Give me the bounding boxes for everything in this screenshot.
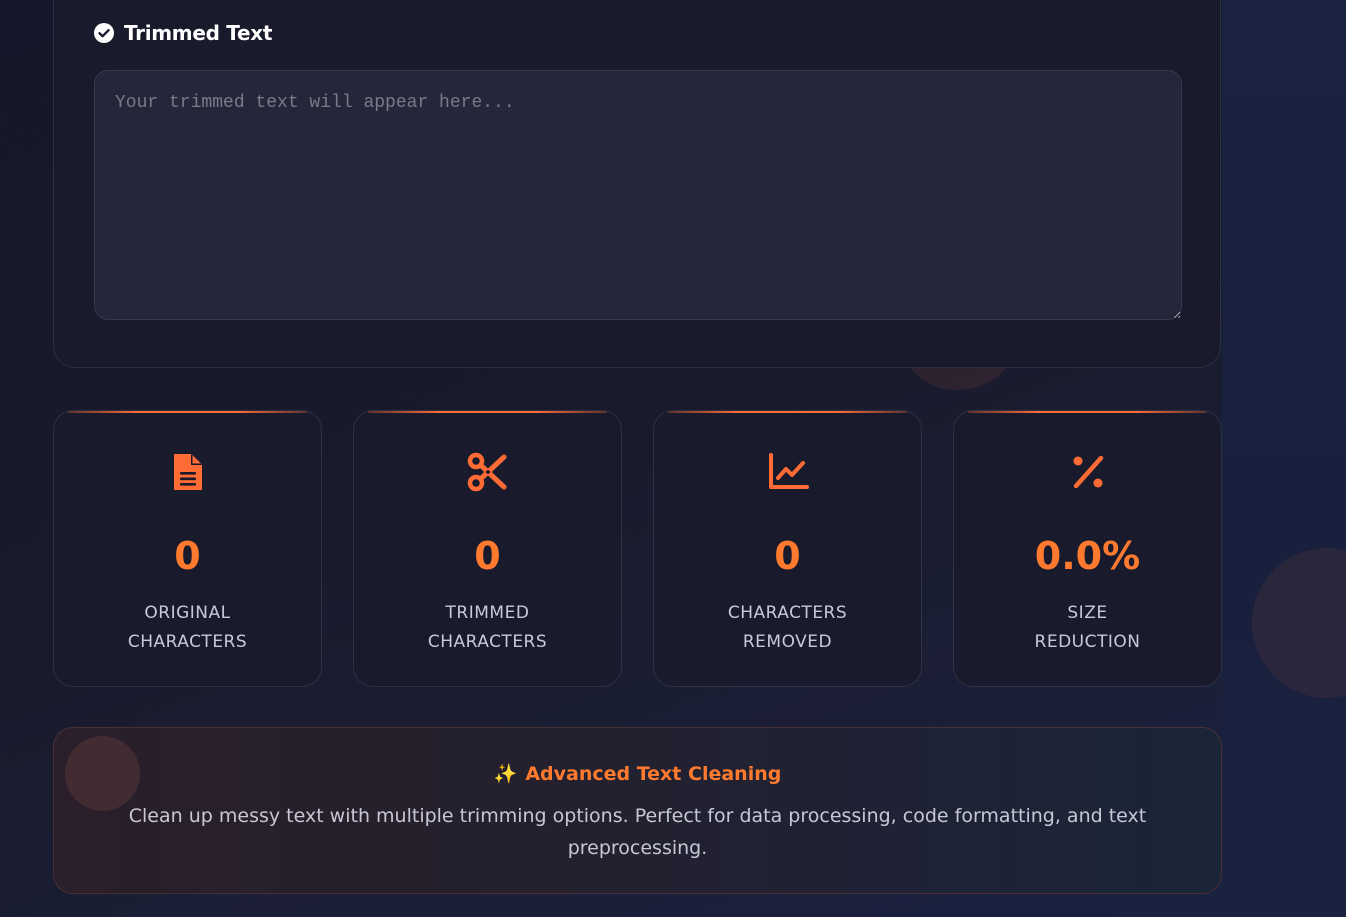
chart-line-icon <box>767 451 809 493</box>
scissors-icon <box>467 451 509 493</box>
document-icon <box>167 451 209 493</box>
background-side-panel <box>1222 0 1346 917</box>
stat-value: 0 <box>174 534 201 578</box>
output-section: Trimmed Text <box>53 0 1221 368</box>
stat-card-trimmed-characters: 0 Trimmed Characters <box>353 410 622 687</box>
info-title-text: Advanced Text Cleaning <box>525 763 782 785</box>
decorative-circle <box>65 736 140 811</box>
stat-value: 0 <box>474 534 501 578</box>
sparkle-icon: ✨ <box>493 763 518 785</box>
percent-icon <box>1067 451 1109 493</box>
stat-value: 0 <box>774 534 801 578</box>
info-banner: ✨ Advanced Text Cleaning Clean up messy t… <box>53 727 1222 894</box>
stat-card-size-reduction: 0.0% Size Reduction <box>953 410 1222 687</box>
stat-value: 0.0% <box>1034 534 1141 578</box>
stat-card-characters-removed: 0 Characters Removed <box>653 410 922 687</box>
stat-card-original-characters: 0 Original Characters <box>53 410 322 687</box>
info-description: Clean up messy text with multiple trimmi… <box>128 805 1147 859</box>
check-circle-icon <box>94 23 114 43</box>
trimmed-text-output[interactable] <box>94 70 1182 320</box>
output-header: Trimmed Text <box>94 21 272 45</box>
output-title: Trimmed Text <box>124 21 273 45</box>
stat-label: Size Reduction <box>1034 603 1141 652</box>
stat-label: Trimmed Characters <box>427 603 548 652</box>
stat-label: Characters Removed <box>727 603 848 652</box>
info-title: ✨ Advanced Text Cleaning <box>54 762 1221 785</box>
stat-label: Original Characters <box>127 603 248 652</box>
